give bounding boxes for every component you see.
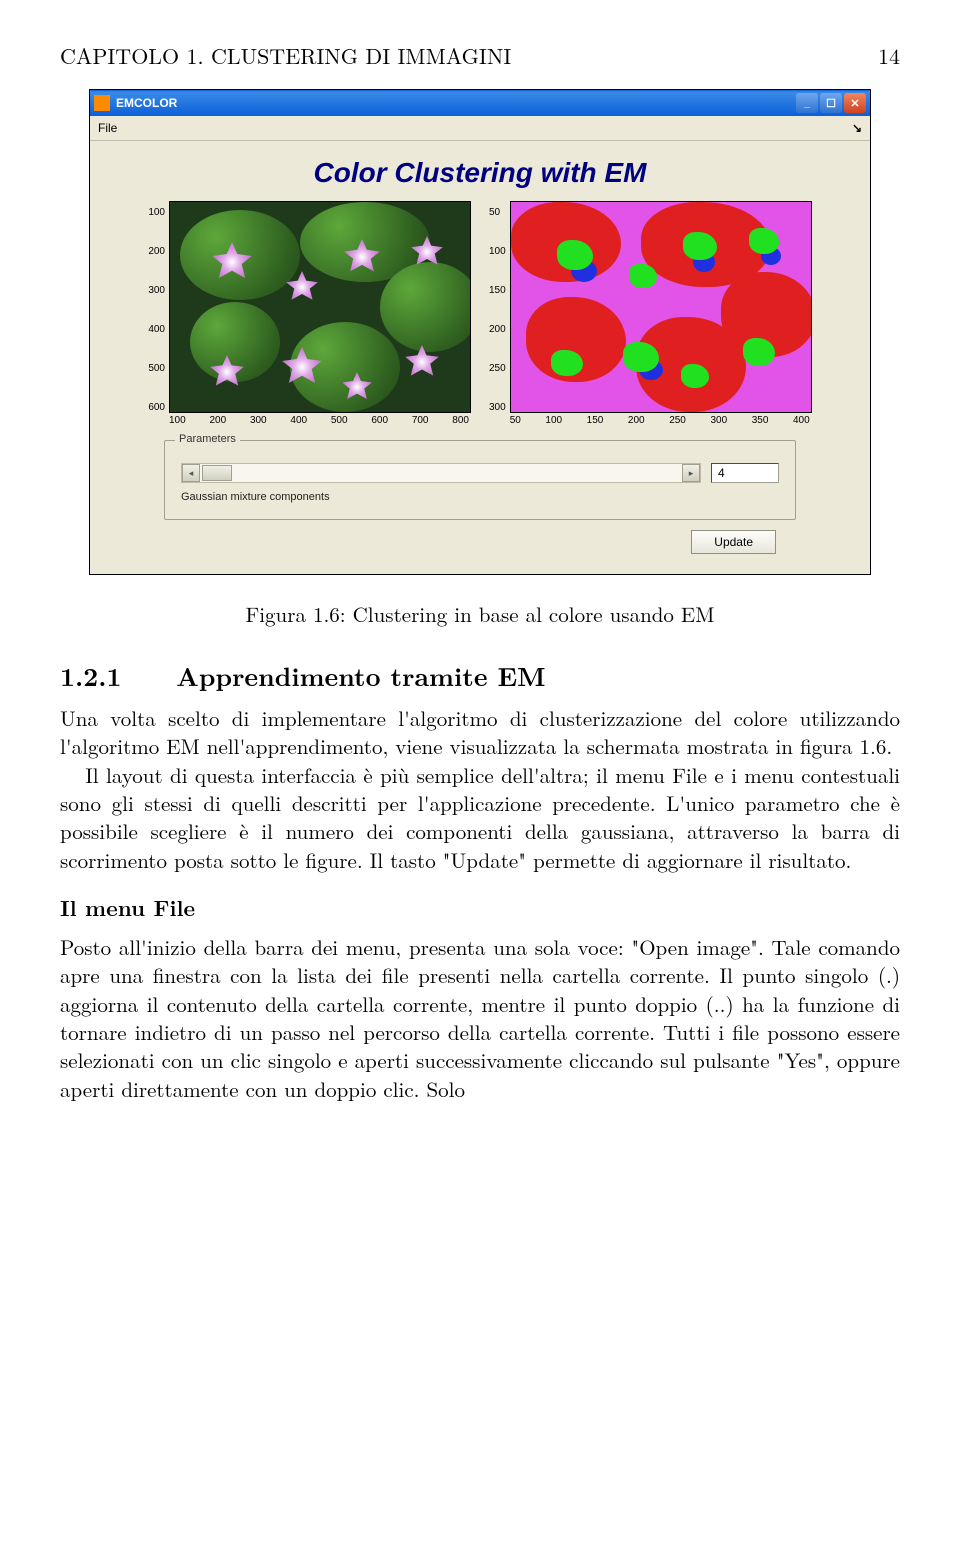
- original-image-plot: 100200 300400 500600: [148, 201, 471, 426]
- components-slider[interactable]: ◂ ▸: [181, 463, 701, 483]
- update-button[interactable]: Update: [691, 530, 776, 554]
- plot2-canvas: [510, 201, 812, 413]
- window-titlebar: EMCOLOR _ ☐ ✕: [90, 90, 870, 116]
- app-title: Color Clustering with EM: [104, 157, 856, 189]
- running-header: CAPITOLO 1. CLUSTERING DI IMMAGINI 14: [60, 40, 900, 71]
- file-menu[interactable]: File: [98, 121, 117, 135]
- subsection-heading: Il menu File: [60, 892, 900, 923]
- components-label: Gaussian mixture components: [181, 491, 779, 503]
- plot1-yaxis: 100200 300400 500600: [148, 201, 169, 413]
- menu-bar: File ↘: [90, 116, 870, 141]
- figure-caption: Figura 1.6: Clustering in base al colore…: [60, 599, 900, 629]
- chapter-label: CAPITOLO 1. CLUSTERING DI IMMAGINI: [60, 40, 511, 71]
- plot1-canvas: [169, 201, 471, 413]
- slider-right-arrow[interactable]: ▸: [682, 464, 700, 482]
- plot2-yaxis: 50100 150200 250300: [489, 201, 510, 413]
- matlab-icon: [94, 95, 110, 111]
- page-number: 14: [878, 40, 900, 71]
- app-screenshot: EMCOLOR _ ☐ ✕ File ↘ Color Clustering wi…: [89, 89, 871, 575]
- section-heading: 1.2.1 Apprendimento tramite EM: [60, 657, 900, 694]
- paragraph-1: Una volta scelto di implementare l'algor…: [60, 704, 900, 761]
- plot2-xaxis: 50100 150200 250300 350400: [510, 413, 810, 426]
- plot1-xaxis: 100200 300400 500600 700800: [169, 413, 469, 426]
- slider-left-arrow[interactable]: ◂: [182, 464, 200, 482]
- paragraph-2: Il layout di questa interfaccia è più se…: [60, 761, 900, 874]
- section-title: Apprendimento tramite EM: [176, 657, 545, 694]
- maximize-button[interactable]: ☐: [820, 93, 842, 113]
- section-number: 1.2.1: [60, 657, 121, 694]
- minimize-button[interactable]: _: [796, 93, 818, 113]
- close-button[interactable]: ✕: [844, 93, 866, 113]
- slider-thumb[interactable]: [202, 465, 232, 481]
- parameters-panel: Parameters ◂ ▸ 4 Gaussian mixture compon…: [164, 440, 796, 520]
- window-title: EMCOLOR: [116, 96, 177, 110]
- components-value[interactable]: 4: [711, 463, 779, 483]
- paragraph-3: Posto all'inizio della barra dei menu, p…: [60, 933, 900, 1103]
- clustered-image-plot: 50100 150200 250300: [489, 201, 812, 426]
- restore-icon[interactable]: ↘: [852, 121, 862, 135]
- parameters-legend: Parameters: [175, 433, 240, 445]
